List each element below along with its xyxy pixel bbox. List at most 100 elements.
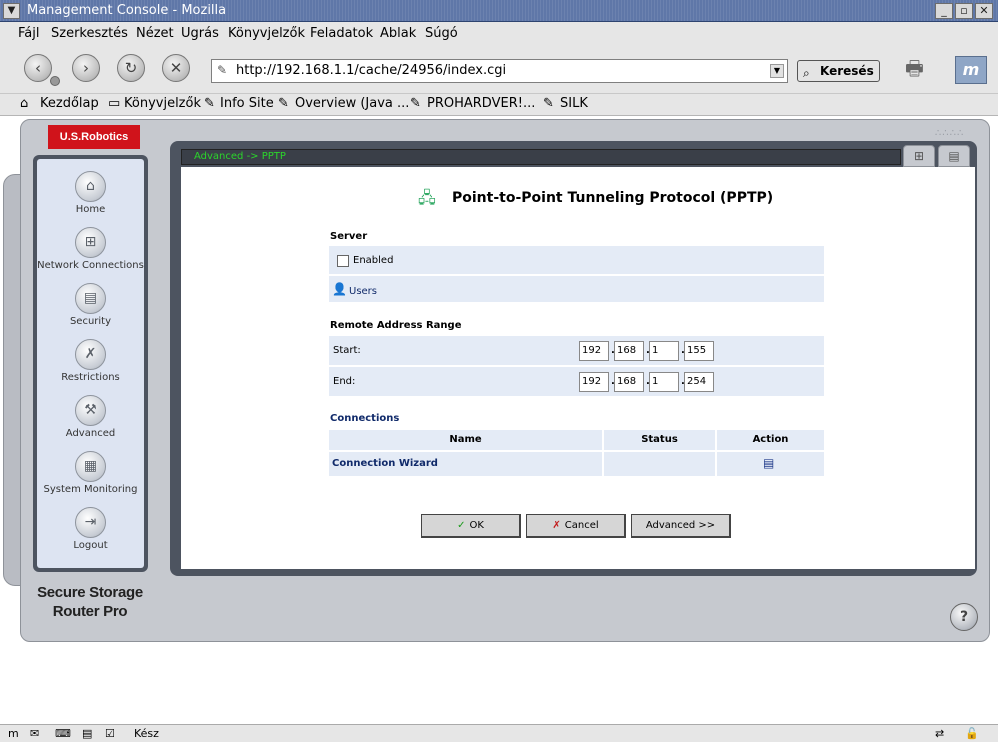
sidebar-item-label: Advanced	[65, 428, 116, 439]
users-icon: 👤	[332, 282, 347, 296]
print-icon[interactable]: 🖶	[905, 54, 935, 80]
menu-go[interactable]: Ugrás	[181, 26, 219, 41]
navigation-toolbar: ‹ › ↻ ✕ ✎ http://192.168.1.1/cache/24956…	[0, 46, 998, 94]
status-bar: m ✉ ⌨ ▤ ☑ Kész ⇄ 🔓	[0, 724, 998, 742]
minimize-button[interactable]: _	[935, 3, 953, 19]
sidebar-item-label: Restrictions	[61, 372, 120, 383]
advanced-button[interactable]: Advanced >>	[631, 514, 731, 538]
start-ip-octet-2[interactable]: 168	[614, 341, 644, 361]
lock-icon: ▤	[75, 283, 106, 314]
forward-icon[interactable]: ›	[72, 54, 100, 82]
menu-help[interactable]: Súgó	[425, 26, 458, 41]
addressbook-icon[interactable]: ▤	[82, 727, 92, 740]
enabled-label: Enabled	[353, 255, 394, 266]
end-ip-octet-1[interactable]: 192	[579, 372, 609, 392]
menu-file[interactable]: Fájl	[18, 26, 39, 41]
end-ip-octet-4[interactable]: 254	[684, 372, 714, 392]
bookmark-home[interactable]: Kezdőlap	[40, 96, 99, 111]
end-ip-octet-3[interactable]: 1	[649, 372, 679, 392]
table-cell-action: ▤	[716, 451, 825, 477]
cancel-icon: ✗	[552, 520, 561, 531]
sidebar-item-logout[interactable]: ⇥ Logout	[37, 507, 144, 563]
end-label: End:	[333, 376, 356, 387]
maximize-button[interactable]: ▫	[955, 3, 973, 19]
new-connection-icon[interactable]: ▤	[763, 456, 774, 470]
page-title: Point-to-Point Tunneling Protocol (PPTP)	[452, 190, 774, 206]
users-link[interactable]: Users	[349, 286, 377, 297]
remote-range-heading: Remote Address Range	[330, 320, 462, 331]
sidebar-item-label: Home	[75, 204, 106, 215]
pptp-network-icon: 🖧	[418, 188, 436, 207]
sidebar-item-network-connections[interactable]: ⊞ Network Connections	[37, 227, 144, 283]
table-row: Connection Wizard	[328, 451, 603, 477]
help-icon[interactable]: ?	[950, 603, 978, 631]
logout-icon: ⇥	[75, 507, 106, 538]
connections-heading: Connections	[330, 413, 400, 424]
connection-wizard-link[interactable]: Connection Wizard	[332, 458, 438, 469]
online-status-icon[interactable]: ⇄	[935, 727, 944, 740]
security-lock-icon: 🔓	[965, 727, 979, 740]
menu-window[interactable]: Ablak	[380, 26, 416, 41]
reload-icon[interactable]: ↻	[117, 54, 145, 82]
search-icon: ⌕	[803, 66, 810, 80]
column-header-action: Action	[716, 429, 825, 451]
sidebar-item-security[interactable]: ▤ Security	[37, 283, 144, 339]
bookmarks-toolbar: ⌂ Kezdőlap ▭ Könyvjelzők ✎ Info Site ✎ O…	[0, 94, 998, 116]
sidebar-item-home[interactable]: ⌂ Home	[37, 171, 144, 227]
bookmark-overview[interactable]: Overview (Java ...	[295, 96, 409, 111]
bookmark-icon: ✎	[543, 96, 554, 111]
url-text[interactable]: http://192.168.1.1/cache/24956/index.cgi	[236, 63, 506, 78]
start-ip-octet-3[interactable]: 1	[649, 341, 679, 361]
irc-icon[interactable]: ☑	[105, 727, 115, 740]
ok-button-label: OK	[469, 520, 484, 531]
bookmark-icon: ✎	[204, 96, 215, 111]
bookmark-bookmarks[interactable]: Könyvjelzők	[124, 96, 201, 111]
start-ip-octet-4[interactable]: 155	[684, 341, 714, 361]
sidebar-item-system-monitoring[interactable]: ▦ System Monitoring	[37, 451, 144, 507]
column-header-name: Name	[328, 429, 603, 451]
sidebar-item-restrictions[interactable]: ✗ Restrictions	[37, 339, 144, 395]
column-header-status: Status	[603, 429, 716, 451]
menu-view[interactable]: Nézet	[136, 26, 174, 41]
menu-edit[interactable]: Szerkesztés	[51, 26, 128, 41]
back-dropdown-icon[interactable]	[50, 76, 60, 86]
cancel-button-label: Cancel	[564, 520, 599, 531]
enabled-checkbox[interactable]	[337, 255, 349, 267]
sidebar-item-label: Security	[69, 316, 112, 327]
composer-icon[interactable]: ⌨	[55, 727, 71, 740]
status-text: Kész	[134, 727, 159, 740]
folder-icon: ▭	[108, 96, 121, 111]
check-icon: ✓	[457, 520, 466, 531]
ok-button[interactable]: ✓ OK	[421, 514, 521, 538]
url-dropdown-icon[interactable]: ▼	[770, 64, 784, 78]
cancel-button[interactable]: ✗ Cancel	[526, 514, 626, 538]
end-ip-octet-2[interactable]: 168	[614, 372, 644, 392]
product-name: Secure Storage Router Pro	[20, 583, 160, 633]
monitor-icon: ▦	[75, 451, 106, 482]
home-bookmark-icon: ⌂	[20, 96, 29, 111]
stop-icon[interactable]: ✕	[162, 54, 190, 82]
url-bar[interactable]: ✎ http://192.168.1.1/cache/24956/index.c…	[211, 59, 788, 83]
sidebar-item-advanced[interactable]: ⚒ Advanced	[37, 395, 144, 451]
mozilla-status-icon[interactable]: m	[8, 727, 19, 740]
search-button-label: Keresés	[820, 64, 874, 78]
sidebar: ⌂ Home ⊞ Network Connections ▤ Security …	[33, 155, 148, 572]
bookmark-info-site[interactable]: Info Site	[220, 96, 274, 111]
bookmark-icon: ✎	[278, 96, 289, 111]
bookmark-prohardver[interactable]: PROHARDVER!...	[427, 96, 535, 111]
search-button[interactable]: ⌕ Keresés	[797, 60, 880, 82]
breadcrumb-text: Advanced -> PPTP	[194, 151, 286, 162]
network-icon: ⊞	[75, 227, 106, 258]
product-name-line2: Router Pro	[52, 603, 128, 620]
window-title: Management Console - Mozilla	[27, 3, 227, 18]
sitemap-icon[interactable]: ⊞	[903, 145, 935, 167]
menu-bookmarks[interactable]: Könyvjelzők	[228, 26, 305, 41]
bookmark-silk[interactable]: SILK	[560, 96, 588, 111]
window-menu-button[interactable]: ▼	[3, 3, 20, 19]
log-icon[interactable]: ▤	[938, 145, 970, 167]
start-ip-octet-1[interactable]: 192	[579, 341, 609, 361]
menu-tasks[interactable]: Feladatok	[310, 26, 373, 41]
back-icon[interactable]: ‹	[24, 54, 52, 82]
close-window-button[interactable]: ✕	[975, 3, 993, 19]
mail-icon[interactable]: ✉	[30, 727, 39, 740]
